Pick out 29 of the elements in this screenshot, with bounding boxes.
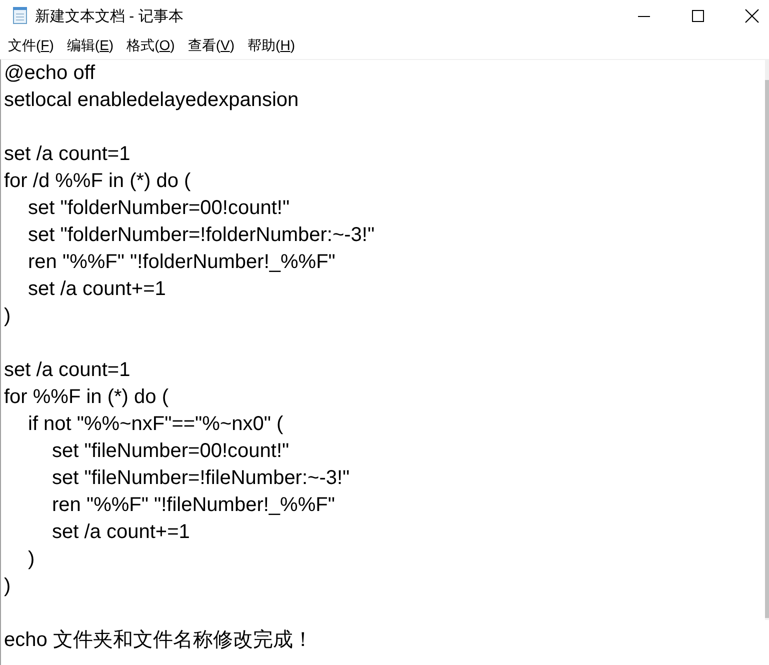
menu-item[interactable]: 查看(V) — [182, 34, 241, 58]
code-line: echo 文件夹和文件名称修改完成！ — [4, 628, 313, 653]
menu-item[interactable]: 文件(F) — [2, 34, 60, 58]
code-line: ren "%%F" "!folderNumber!_%%F" — [28, 250, 336, 275]
menu-item[interactable]: 格式(O) — [120, 34, 181, 58]
close-icon — [745, 9, 759, 23]
code-line: ) — [4, 574, 11, 599]
code-line: set "fileNumber=00!count!" — [52, 439, 290, 464]
code-line: ) — [28, 547, 35, 572]
code-line: set /a count+=1 — [52, 520, 190, 545]
menu-item[interactable]: 编辑(E) — [60, 34, 120, 58]
code-line: setlocal enabledelayedexpansion — [4, 88, 299, 113]
code-line: set "folderNumber=!folderNumber:~-3!" — [28, 223, 375, 248]
code-line: set /a count=1 — [4, 358, 130, 383]
code-line: for /d %%F in (*) do ( — [4, 169, 191, 194]
code-line: set "fileNumber=!fileNumber:~-3!" — [52, 466, 350, 491]
text-editor[interactable] — [0, 59, 769, 665]
code-line: set "folderNumber=00!count!" — [28, 196, 290, 221]
code-line: for %%F in (*) do ( — [4, 385, 168, 410]
code-line: if not "%%~nxF"=="%~nx0" ( — [28, 412, 284, 437]
notepad-icon — [12, 7, 28, 24]
code-line: set /a count+=1 — [28, 277, 166, 302]
window-title: 新建文本文档 - 记事本 — [35, 6, 184, 26]
menu-item[interactable]: 帮助(H) — [242, 34, 301, 58]
maximize-icon — [692, 10, 704, 22]
code-line: ) — [4, 304, 11, 329]
code-line: ren "%%F" "!fileNumber!_%%F" — [52, 493, 335, 518]
code-line: set /a count=1 — [4, 142, 130, 167]
code-line: @echo off — [4, 61, 96, 86]
